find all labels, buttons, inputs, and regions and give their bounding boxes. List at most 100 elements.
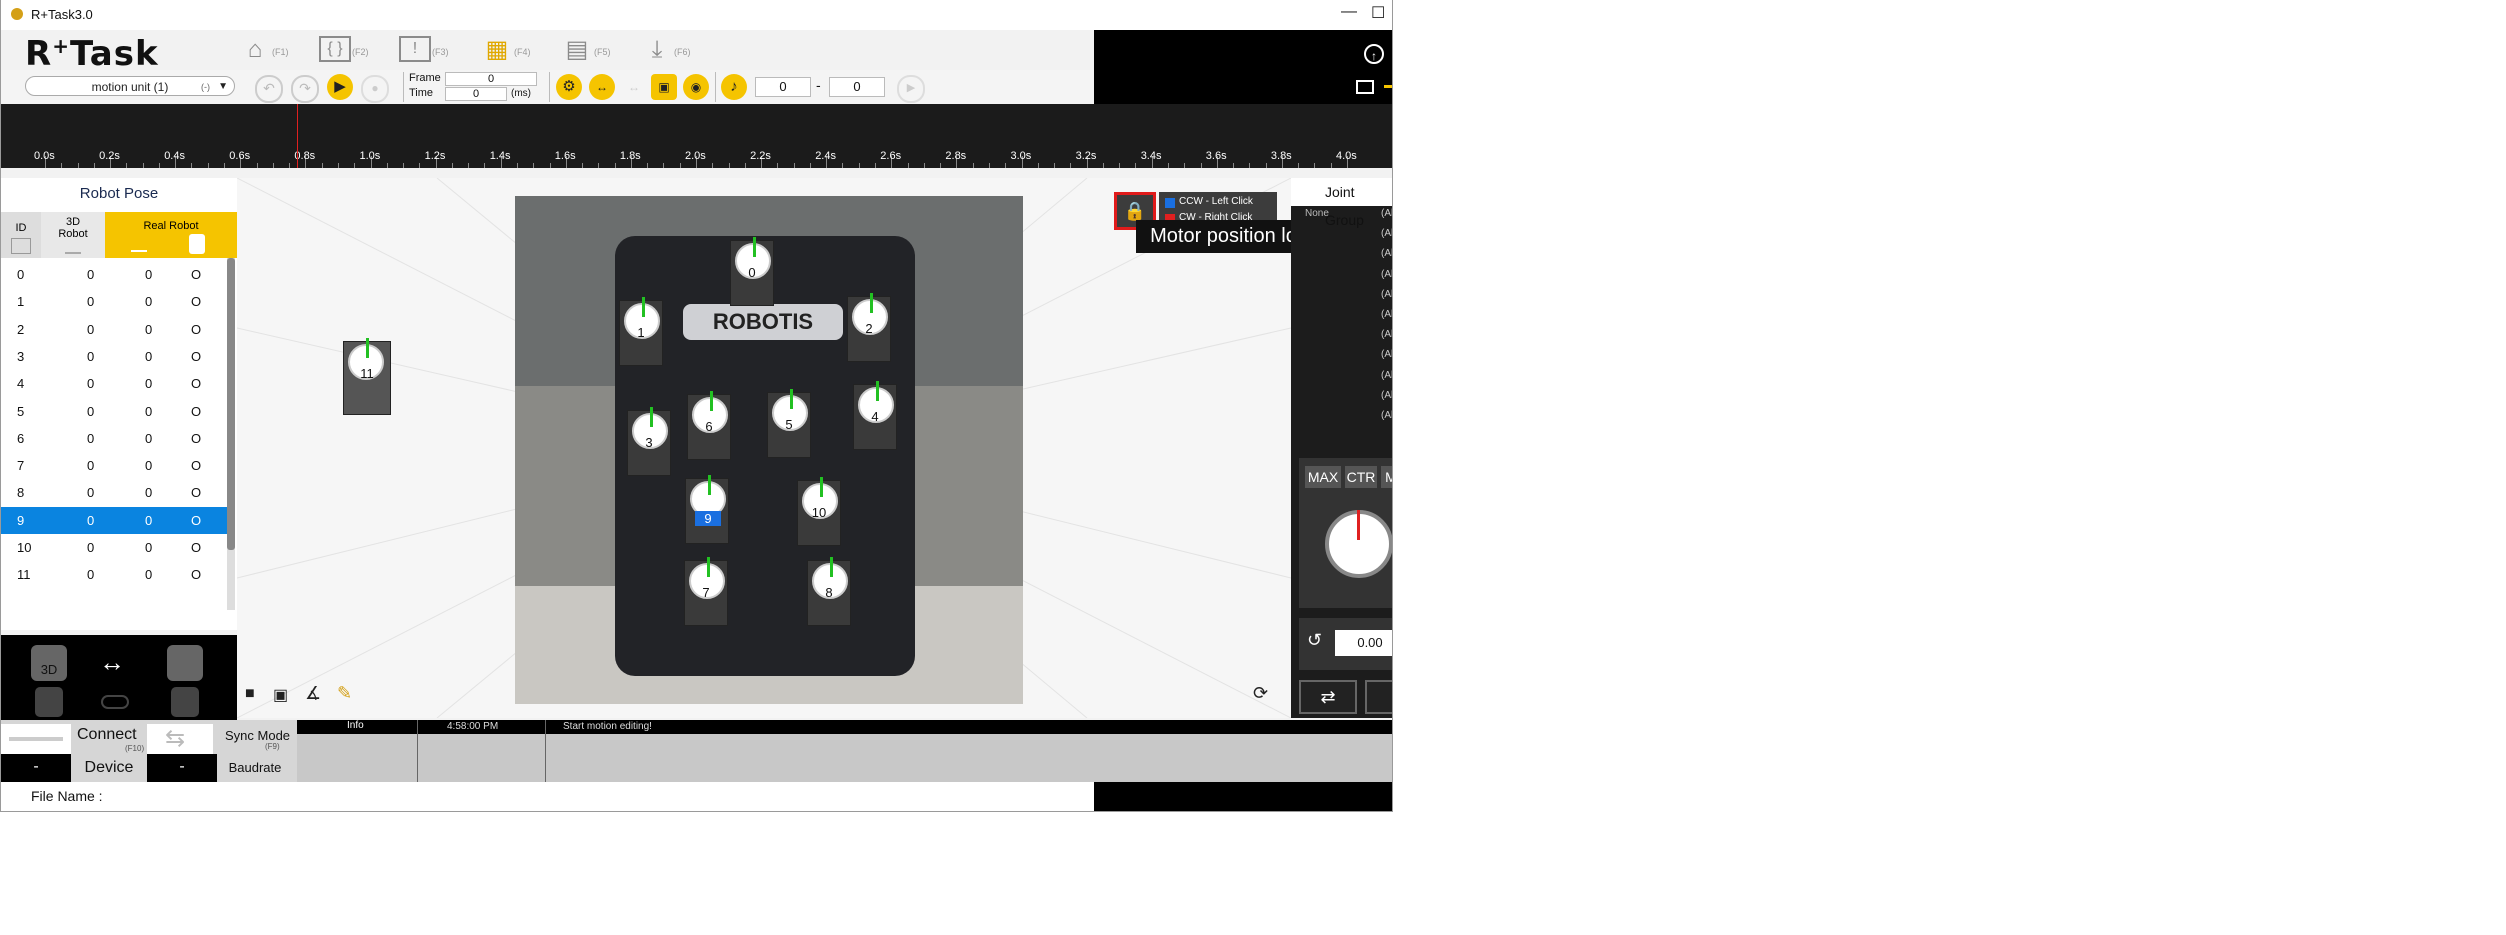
angle-icon[interactable] [131,238,147,252]
pose-cell-b[interactable]: 0 [145,294,152,309]
pose-cell-a[interactable]: 0 [87,431,94,446]
robot-sync-icon[interactable] [35,687,63,717]
connect-label[interactable]: Connect [77,726,137,744]
joint-group-item[interactable]: (All) [1381,289,1392,300]
min-button[interactable]: M [1381,466,1392,488]
pose-cell-b[interactable]: 0 [145,513,152,528]
pose-cell-c[interactable]: O [191,376,201,391]
pose-cell-a[interactable]: 0 [87,267,94,282]
joint-group-item[interactable]: (All) [1381,208,1392,219]
keyboard-icon[interactable] [1356,80,1374,94]
joint-group-item[interactable]: (All) [1381,309,1392,320]
range-start-field[interactable]: 0 [755,77,811,97]
servo-motor[interactable]: 4 [853,381,897,450]
joint-group-item[interactable]: (All) [1381,329,1392,340]
pencil-icon[interactable]: ✎ [337,683,352,704]
mirror-button[interactable]: ⇄ [1299,680,1357,714]
robot-3d-icon[interactable]: 3D [31,645,67,681]
pose-row[interactable]: 5 0 0 O [1,398,227,425]
timeline[interactable]: 0.0s 0.2s 0.4s 0.6s 0.8s 1.0s 1.2s 1.4s 1.6s 1.8s… [1,104,1392,168]
motion-unit-select[interactable]: motion unit (1) (-) ▼ [25,76,235,96]
joint-group-item[interactable]: (All) [1381,349,1392,360]
angle-value-field[interactable]: 0.00 [1335,630,1392,656]
pose-row[interactable]: 11 0 0 O [1,561,227,588]
servo-motor[interactable]: 1 [619,297,663,366]
pose-row[interactable]: 8 0 0 O [1,479,227,506]
pose-cell-a[interactable]: 0 [87,485,94,500]
joint-group-item[interactable]: (All) [1381,410,1392,421]
pose-cell-b[interactable]: 0 [145,349,152,364]
pose-cell-b[interactable]: 0 [145,267,152,282]
pose-cell-b[interactable]: 0 [145,376,152,391]
minimize-button[interactable]: — [1341,3,1357,21]
servo-motor[interactable]: 3 [627,407,671,476]
position-knob[interactable] [1325,510,1392,578]
pose-cell-c[interactable]: O [191,267,201,282]
music-icon[interactable]: ♪ [721,74,747,100]
gear-icon[interactable]: ⚙ [556,74,582,100]
arrows-icon[interactable]: ↔ [589,74,615,100]
undo-icon[interactable]: ↶ [255,75,283,103]
frame-field[interactable]: 0 [445,72,537,86]
pose-cell-b[interactable]: 0 [145,404,152,419]
joint-group-item[interactable]: (All) [1381,269,1392,280]
servo-motor[interactable]: 10 [797,477,841,546]
upload-icon[interactable]: ↑ [1364,44,1384,64]
home-menu-button[interactable]: ⌂ (F1) [239,36,301,68]
pose-row[interactable]: 4 0 0 O [1,370,227,397]
rotate-icon[interactable]: ↺ [1307,630,1322,651]
redo-icon[interactable]: ↷ [291,75,319,103]
camera-icon[interactable]: ◉ [683,74,709,100]
play-button[interactable]: ▶ [327,74,353,100]
task-menu-button[interactable]: ▤ (F5) [561,36,623,68]
id-icon[interactable] [11,238,31,254]
pose-cell-a[interactable]: 0 [87,322,94,337]
pose-row[interactable]: 0 0 0 O [1,261,227,288]
pose-cell-c[interactable]: O [191,322,201,337]
servo-motor[interactable]: 5 [767,389,811,458]
time-field[interactable]: 0 [445,87,507,101]
pose-cell-b[interactable]: 0 [145,540,152,555]
robot-heart-icon[interactable] [167,645,203,681]
pose-row[interactable]: 9 0 0 O [1,506,227,534]
pose-cell-b[interactable]: 0 [145,567,152,582]
extra-button[interactable] [1365,680,1392,714]
pose-cell-a[interactable]: 0 [87,376,94,391]
pose-row[interactable]: 7 0 0 O [1,452,227,479]
pose-cell-a[interactable]: 0 [87,567,94,582]
sync-icon-box[interactable]: ⇆ [147,724,213,754]
robot-power-icon[interactable] [171,687,199,717]
servo-motor[interactable]: 2 [847,293,891,362]
video-camera-icon[interactable]: ■ [245,685,255,703]
pose-cell-c[interactable]: O [191,485,201,500]
pose-row[interactable]: 1 0 0 O [1,288,227,315]
angle-icon[interactable] [65,242,81,254]
pose-cell-b[interactable]: 0 [145,485,152,500]
play-range-icon[interactable]: ▶ [897,75,925,103]
max-button[interactable]: MAX [1305,466,1341,488]
cube-icon[interactable]: ▣ [273,685,288,705]
download-menu-button[interactable]: ⤓ (F6) [641,36,703,68]
swap-arrows-icon[interactable]: ↔ [99,647,125,678]
servo-motor[interactable]: 8 [807,557,851,626]
maximize-button[interactable]: ☐ [1371,3,1385,23]
pose-cell-b[interactable]: 0 [145,458,152,473]
pose-cell-a[interactable]: 0 [87,540,94,555]
disabled-arrows-icon[interactable]: ↔ [621,74,647,100]
floating-motor[interactable]: 11 [343,338,391,415]
motor-icon[interactable] [189,234,205,254]
stop-icon[interactable]: ● [361,75,389,103]
pose-cell-b[interactable]: 0 [145,431,152,446]
pose-row[interactable]: 6 0 0 O [1,425,227,452]
pose-cell-c[interactable]: O [191,431,201,446]
scrollbar-thumb[interactable] [227,258,235,550]
pose-row[interactable]: 2 0 0 O [1,316,227,343]
joint-group-item[interactable]: (All) [1381,228,1392,239]
sync-mode-label[interactable]: Sync Mode [225,728,290,743]
angle-tool-icon[interactable]: ∡ [305,683,321,704]
pose-row[interactable]: 3 0 0 O [1,343,227,370]
pose-cell-a[interactable]: 0 [87,349,94,364]
image-icon[interactable]: ▣ [651,74,677,100]
servo-motor[interactable]: 0 [730,237,774,306]
range-end-field[interactable]: 0 [829,77,885,97]
